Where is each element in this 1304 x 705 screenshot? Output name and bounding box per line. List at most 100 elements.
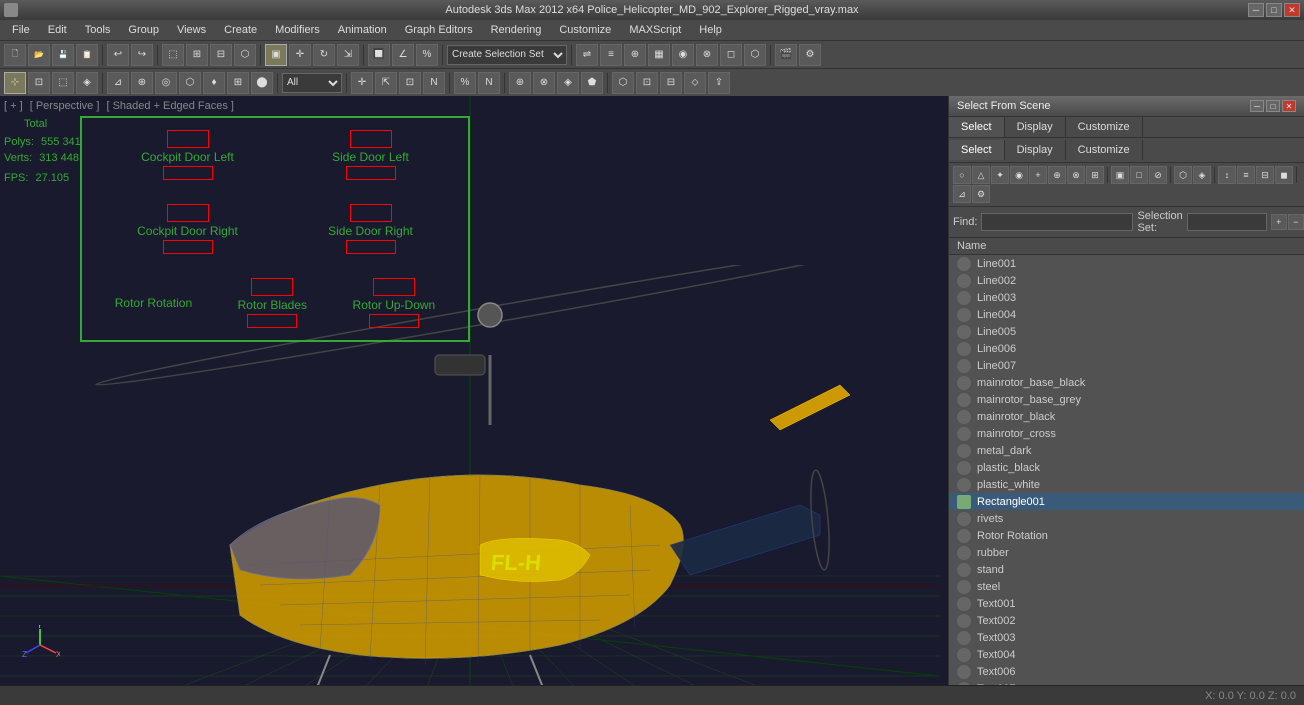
close-button[interactable]: ✕	[1284, 3, 1300, 17]
tb2-btn22[interactable]: ⊡	[636, 72, 658, 94]
minimize-button[interactable]: ─	[1248, 3, 1264, 17]
tb2-btn3[interactable]: ◈	[76, 72, 98, 94]
menu-group[interactable]: Group	[120, 22, 167, 38]
new-button[interactable]: 🗋	[4, 44, 26, 66]
tab-display[interactable]: Display	[1005, 117, 1066, 137]
tab-customize[interactable]: Customize	[1066, 117, 1143, 137]
tb2-btn13[interactable]: ⊡	[399, 72, 421, 94]
list-item[interactable]: mainrotor_base_black	[949, 374, 1304, 391]
tb2-btn19[interactable]: ◈	[557, 72, 579, 94]
list-item[interactable]: plastic_white	[949, 476, 1304, 493]
tb2-btn17[interactable]: ⊕	[509, 72, 531, 94]
panel-tb-light-icon[interactable]: ✦	[991, 166, 1009, 184]
tab-select[interactable]: Select	[949, 117, 1005, 137]
maximize-button[interactable]: □	[1266, 3, 1282, 17]
panel-maximize-button[interactable]: □	[1266, 100, 1280, 112]
list-item[interactable]: Line005	[949, 323, 1304, 340]
list-item[interactable]: Rectangle001	[949, 493, 1304, 510]
align-button[interactable]: ≡	[600, 44, 622, 66]
menu-modifiers[interactable]: Modifiers	[267, 22, 328, 38]
tb2-btn7[interactable]: ⬡	[179, 72, 201, 94]
menu-customize[interactable]: Customize	[551, 22, 619, 38]
redo-button[interactable]: ↪	[131, 44, 153, 66]
panel-tb-sort-icon[interactable]: ↕	[1218, 166, 1236, 184]
open-button[interactable]: 📂	[28, 44, 50, 66]
list-item[interactable]: Text002	[949, 612, 1304, 629]
menu-maxscript[interactable]: MAXScript	[621, 22, 689, 38]
tb2-btn24[interactable]: ⬦	[684, 72, 706, 94]
panel-tb-sel-all-icon[interactable]: ▣	[1111, 166, 1129, 184]
menu-edit[interactable]: Edit	[40, 22, 75, 38]
tb-btn-extra6[interactable]: ⬡	[744, 44, 766, 66]
panel-tb-shape-icon[interactable]: △	[972, 166, 990, 184]
list-item[interactable]: Line001	[949, 255, 1304, 272]
named-selection-set[interactable]: Create Selection Set	[447, 45, 567, 65]
list-item[interactable]: plastic_black	[949, 459, 1304, 476]
panel-tb-type-icon[interactable]: ⊟	[1256, 166, 1274, 184]
list-item[interactable]: mainrotor_black	[949, 408, 1304, 425]
render-setup-button[interactable]: ⚙	[799, 44, 821, 66]
viewport-shading[interactable]: [ Shaded + Edged Faces ]	[106, 100, 234, 112]
list-item[interactable]: Line007	[949, 357, 1304, 374]
panel-tb-sphere-icon[interactable]: ○	[953, 166, 971, 184]
render-button[interactable]: 🎬	[775, 44, 797, 66]
tb2-btn1[interactable]: ⊡	[28, 72, 50, 94]
panel-close-button[interactable]: ✕	[1282, 100, 1296, 112]
panel-tb-options-icon[interactable]: ⚙	[972, 185, 990, 203]
viewport-dropdown[interactable]: Front All	[282, 73, 342, 93]
tb2-btn8[interactable]: ♦	[203, 72, 225, 94]
panel-tb-bones-icon[interactable]: ⊗	[1067, 166, 1085, 184]
panel-tb-camera-icon[interactable]: ◉	[1010, 166, 1028, 184]
panel-tb-spacewarp-icon[interactable]: ⊕	[1048, 166, 1066, 184]
scale-button[interactable]: ⇲	[337, 44, 359, 66]
panel-tb-all-icon[interactable]: ⊞	[1086, 166, 1104, 184]
tb2-btn18[interactable]: ⊗	[533, 72, 555, 94]
tb2-btn25[interactable]: ⇪	[708, 72, 730, 94]
list-item[interactable]: Text006	[949, 663, 1304, 680]
menu-graph-editors[interactable]: Graph Editors	[397, 22, 481, 38]
select-mode-button[interactable]: ▣	[265, 44, 287, 66]
tb2-btn23[interactable]: ⊟	[660, 72, 682, 94]
list-item[interactable]: Line006	[949, 340, 1304, 357]
move-button[interactable]: ✛	[289, 44, 311, 66]
list-item[interactable]: Text007	[949, 680, 1304, 685]
tb2-btn11[interactable]: ✛	[351, 72, 373, 94]
tb2-btn15[interactable]: %	[454, 72, 476, 94]
panel-tb-helper-icon[interactable]: +	[1029, 166, 1047, 184]
tb2-btn10[interactable]: ⬤	[251, 72, 273, 94]
list-item[interactable]: mainrotor_cross	[949, 425, 1304, 442]
tb-btn-6[interactable]: ⬡	[234, 44, 256, 66]
subtab-select[interactable]: Select	[949, 140, 1005, 160]
tb2-btn12[interactable]: ⇱	[375, 72, 397, 94]
panel-tb-sel-none-icon[interactable]: □	[1130, 166, 1148, 184]
panel-tb-hierarchy-icon[interactable]: ⬡	[1174, 166, 1192, 184]
list-item[interactable]: Text003	[949, 629, 1304, 646]
rotate-button[interactable]: ↻	[313, 44, 335, 66]
save-as-button[interactable]: 📋	[76, 44, 98, 66]
list-item[interactable]: rivets	[949, 510, 1304, 527]
menu-views[interactable]: Views	[169, 22, 214, 38]
menu-create[interactable]: Create	[216, 22, 265, 38]
cursor-button[interactable]: ⊹	[4, 72, 26, 94]
tb-btn-extra5[interactable]: ◻	[720, 44, 742, 66]
viewport[interactable]: [ + ] [ Perspective ] [ Shaded + Edged F…	[0, 96, 948, 685]
subtab-display[interactable]: Display	[1005, 140, 1066, 160]
list-item[interactable]: Text004	[949, 646, 1304, 663]
tb-btn-extra4[interactable]: ⊗	[696, 44, 718, 66]
list-item[interactable]: stand	[949, 561, 1304, 578]
save-button[interactable]: 💾	[52, 44, 74, 66]
panel-minimize-button[interactable]: ─	[1250, 100, 1264, 112]
menu-rendering[interactable]: Rendering	[483, 22, 550, 38]
panel-tb-filter-icon[interactable]: ⊿	[953, 185, 971, 203]
tb2-btn4[interactable]: ⊿	[107, 72, 129, 94]
selection-set-input[interactable]	[1187, 213, 1267, 231]
panel-tb-layer-icon[interactable]: ≡	[1237, 166, 1255, 184]
object-list[interactable]: Line001Line002Line003Line004Line005Line0…	[949, 255, 1304, 685]
tb-btn-4[interactable]: ⊞	[186, 44, 208, 66]
tb-btn-extra3[interactable]: ◉	[672, 44, 694, 66]
menu-animation[interactable]: Animation	[330, 22, 395, 38]
tb-btn-extra1[interactable]: ⊕	[624, 44, 646, 66]
list-item[interactable]: metal_dark	[949, 442, 1304, 459]
menu-tools[interactable]: Tools	[77, 22, 119, 38]
angle-snap-button[interactable]: ∠	[392, 44, 414, 66]
